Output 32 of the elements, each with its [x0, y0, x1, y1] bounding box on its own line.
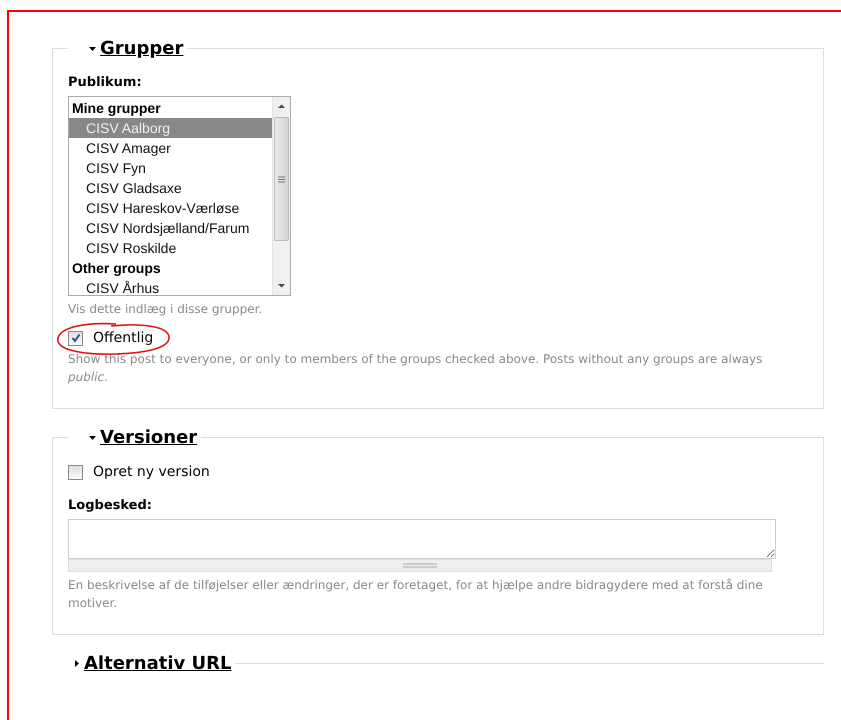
field-label: Publikum:: [68, 75, 143, 90]
grip-icon[interactable]: [278, 176, 285, 182]
scroll-up-icon[interactable]: [277, 102, 286, 111]
grip-icon[interactable]: [403, 563, 437, 568]
list-option[interactable]: CISV Hareskov-Værløse: [69, 198, 272, 218]
section-toggle[interactable]: Alternativ URL: [52, 653, 236, 674]
resize-grip[interactable]: [68, 559, 772, 572]
scroll-down-icon[interactable]: [277, 281, 286, 290]
group-listbox[interactable]: Mine grupper CISV Aalborg CISV Amager CISV Fyn CISV Gladsaxe CISV Hareskov-Værløse CISV Nordsjælland/Farum CISV Roskilde Other groups CISV Århus: [68, 96, 291, 296]
list-option[interactable]: CISV Gladsaxe: [69, 178, 272, 198]
section-toggle[interactable]: Versioner: [68, 427, 202, 448]
list-option[interactable]: CISV Amager: [69, 138, 272, 158]
checkbox[interactable]: [68, 464, 83, 480]
field-description: Vis dette indlæg i disse grupper.: [68, 301, 264, 318]
caret-down-icon: [88, 433, 97, 442]
field-description: En beskrivelse af de tilføjelser eller ændringer, der er foretaget, for at hjælpe andre bidragydere med at forstå dine motiver.: [68, 577, 764, 612]
option-group-label: Mine grupper: [71, 99, 162, 118]
section-toggle[interactable]: Grupper: [68, 38, 188, 59]
option-group-label: Other groups: [71, 259, 162, 278]
list-option[interactable]: CISV Nordsjælland/Farum: [69, 218, 272, 238]
list-option[interactable]: CISV Roskilde: [69, 238, 272, 258]
list-option[interactable]: CISV Fyn: [69, 158, 272, 178]
caret-right-icon: [72, 659, 81, 668]
checkbox-label: Offentlig: [93, 330, 154, 346]
list-option[interactable]: CISV Århus: [69, 278, 272, 295]
field-label: Logbesked:: [68, 498, 153, 513]
caret-down-icon: [88, 44, 97, 53]
checkbox-label: Opret ny version: [93, 464, 210, 480]
scrollbar[interactable]: [272, 97, 290, 295]
field-description: Show this post to everyone, or only to members of the groups checked above. Posts without any groups are always public.: [68, 351, 764, 386]
log-message-field[interactable]: [68, 519, 776, 559]
checkbox[interactable]: [68, 330, 83, 346]
